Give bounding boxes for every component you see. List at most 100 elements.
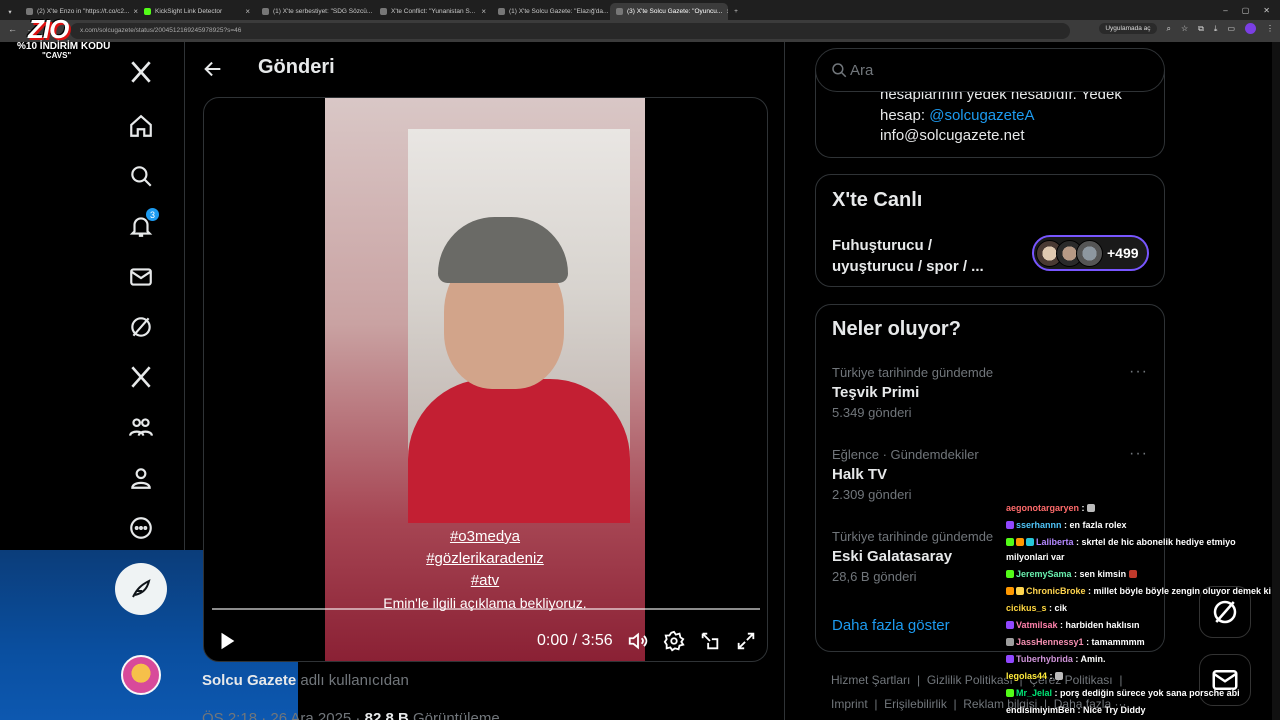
sponsor-overlay: ZIO %10 İNDİRİM KODU "CAVS" <box>14 14 110 60</box>
search-icon <box>832 63 847 78</box>
footer-link[interactable]: Imprint <box>831 697 868 711</box>
url-field[interactable]: x.com/solcugazete/status/200451216924597… <box>70 23 1070 39</box>
more-icon[interactable] <box>124 511 158 545</box>
show-more-link[interactable]: Daha fazla göster <box>832 617 950 634</box>
post-time[interactable]: ÖS 2:18 · 26 Ara 2025 · <box>202 710 360 720</box>
chat-username: legolas44 <box>1006 671 1048 681</box>
chat-text-continued: milyonlari var <box>1006 552 1065 562</box>
chat-message: JeremySama : sen kimsin <box>1006 569 1139 579</box>
badge-icon <box>1006 655 1014 663</box>
page-scrollbar[interactable] <box>1272 42 1280 720</box>
extensions-icon[interactable]: ⧉ <box>1198 24 1204 34</box>
video-controls: 0:00 / 3:56 <box>204 626 767 656</box>
tab-favicon-icon <box>616 8 623 15</box>
video-progress-bar[interactable] <box>212 608 760 610</box>
chat-username: Mr_Jelal <box>1016 688 1053 698</box>
communities-icon[interactable] <box>124 410 158 444</box>
chat-text: : millet böyle böyle zengin oluyor demek… <box>1085 586 1272 596</box>
chat-message: cicikus_s : cik <box>1006 603 1067 613</box>
footer-link[interactable]: Erişilebilirlik <box>884 697 947 711</box>
chat-text: : porş dediğin sürece yok sana porsche a… <box>1052 688 1240 698</box>
profile-icon[interactable] <box>124 461 158 495</box>
chat-text: : <box>1079 503 1085 513</box>
more-options-icon[interactable]: ··· <box>1129 445 1148 463</box>
chat-username: JeremySama <box>1016 569 1072 579</box>
premium-x-icon[interactable] <box>124 360 158 394</box>
listener-count: +499 <box>1107 245 1139 261</box>
tab-favicon-icon <box>262 8 269 15</box>
badge-icon <box>1006 521 1014 529</box>
new-tab-button[interactable]: + <box>728 3 744 20</box>
browser-tab[interactable]: (1) X'te Solcu Gazete: "Elazığ'da...× <box>492 3 610 20</box>
browser-tab[interactable]: X'te Conflict: "Yunanistan S... × <box>374 3 492 20</box>
source-account-link[interactable]: Solcu Gazete <box>202 672 296 689</box>
chat-username: aegonotargaryen <box>1006 503 1080 513</box>
volume-icon[interactable] <box>627 630 649 652</box>
trend-item[interactable]: Eğlence · Gündemdekiler Halk TV 2.309 gö… <box>832 445 1152 502</box>
fullscreen-icon[interactable] <box>735 630 757 652</box>
trend-name: Teşvik Primi <box>832 384 920 401</box>
browser-tab-active[interactable]: (3) X'te Solcu Gazete: "Oyuncu...× <box>610 3 728 20</box>
sidebar-icon[interactable]: ▭ <box>1227 24 1235 33</box>
chat-text: : Nice Try Diddy <box>1075 705 1146 715</box>
close-window-icon[interactable]: ✕ <box>1263 6 1270 15</box>
notification-count-badge: 3 <box>145 207 160 222</box>
profile-avatar[interactable] <box>1245 23 1256 34</box>
browser-tab[interactable]: (1) X'te serbestiyet: "SDG Sözcü...× <box>256 3 374 20</box>
download-icon[interactable]: ⤓ <box>1214 24 1218 34</box>
settings-gear-icon[interactable] <box>663 630 685 652</box>
chat-message: sserhannn : en fazla rolex <box>1006 520 1127 530</box>
footer-link[interactable]: Hizmet Şartları <box>831 673 910 687</box>
footer-link[interactable]: Gizlilik Politikası <box>927 673 1013 687</box>
tab-label: (1) X'te serbestiyet: "SDG Sözcü... <box>273 8 373 15</box>
open-in-app-button[interactable]: Uygulamada aç <box>1099 23 1157 34</box>
compose-post-button[interactable] <box>115 563 167 615</box>
search-placeholder: Ara <box>850 62 874 79</box>
chat-text: : cik <box>1046 603 1068 613</box>
browser-tab[interactable]: KickSight Link Detector × <box>138 3 256 20</box>
chat-username: endisimiyimBen <box>1006 705 1076 715</box>
search-icon[interactable] <box>124 159 158 193</box>
video-frame: #o3medya #gözlerikaradeniz #atv Emin'le … <box>325 98 645 661</box>
close-icon[interactable]: × <box>245 7 250 16</box>
grok-icon[interactable] <box>124 310 158 344</box>
badge-icon <box>1016 538 1024 546</box>
badge-icon <box>1006 638 1014 646</box>
bio-text: hesap: <box>880 107 930 124</box>
close-icon[interactable]: × <box>481 7 486 16</box>
video-player[interactable]: #o3medya #gözlerikaradeniz #atv Emin'le … <box>203 97 768 662</box>
notifications-bell-icon[interactable]: 3 <box>124 207 160 243</box>
live-listeners-pill[interactable]: +499 <box>1032 235 1149 271</box>
minimize-icon[interactable]: – <box>1223 6 1227 15</box>
bookmark-star-icon[interactable]: ☆ <box>1181 24 1188 33</box>
home-icon[interactable] <box>124 109 158 143</box>
person-sweater <box>408 379 630 523</box>
badge-icon <box>1016 587 1024 595</box>
hashtag: #o3medya <box>449 528 521 545</box>
messages-icon[interactable] <box>124 260 158 294</box>
zoom-icon[interactable]: ⌕ <box>1167 24 1171 34</box>
maximize-icon[interactable]: ▢ <box>1242 6 1250 15</box>
chat-text: : tamammmm <box>1083 637 1145 647</box>
trends-card-title: Neler oluyor? <box>832 318 961 340</box>
account-avatar[interactable] <box>121 655 161 695</box>
hashtag: #gözlerikaradeniz <box>426 550 544 567</box>
listener-avatar <box>1076 240 1103 267</box>
play-icon[interactable] <box>216 630 238 652</box>
chat-username: cicikus_s <box>1006 603 1047 613</box>
video-time: 0:00 / 3:56 <box>537 632 613 649</box>
trend-context: Eğlence · Gündemdekiler <box>832 447 979 462</box>
browser-menu-icon[interactable]: ⋮ <box>1266 24 1274 33</box>
more-options-icon[interactable]: ··· <box>1129 363 1148 381</box>
backup-account-link[interactable]: @solcugazeteA <box>929 107 1034 124</box>
trend-item[interactable]: Türkiye tarihinde gündemde Teşvik Primi … <box>832 363 1152 420</box>
browser-tab-bar: ▾ (2) X'te Enzo in "https://t.co/c2... × … <box>0 0 1280 20</box>
back-button[interactable] <box>202 58 224 80</box>
search-field[interactable]: Ara <box>815 48 1165 92</box>
emote-icon <box>1128 570 1137 578</box>
chat-text: : skrtel de hic abonelik hediye etmiyo <box>1073 537 1236 547</box>
live-space-topic[interactable]: Fuhuşturucu / uyuşturucu / spor / ... <box>832 235 984 277</box>
picture-in-picture-icon[interactable] <box>699 630 721 652</box>
trend-count: 5.349 gönderi <box>832 405 912 420</box>
x-logo-icon[interactable] <box>124 55 158 89</box>
